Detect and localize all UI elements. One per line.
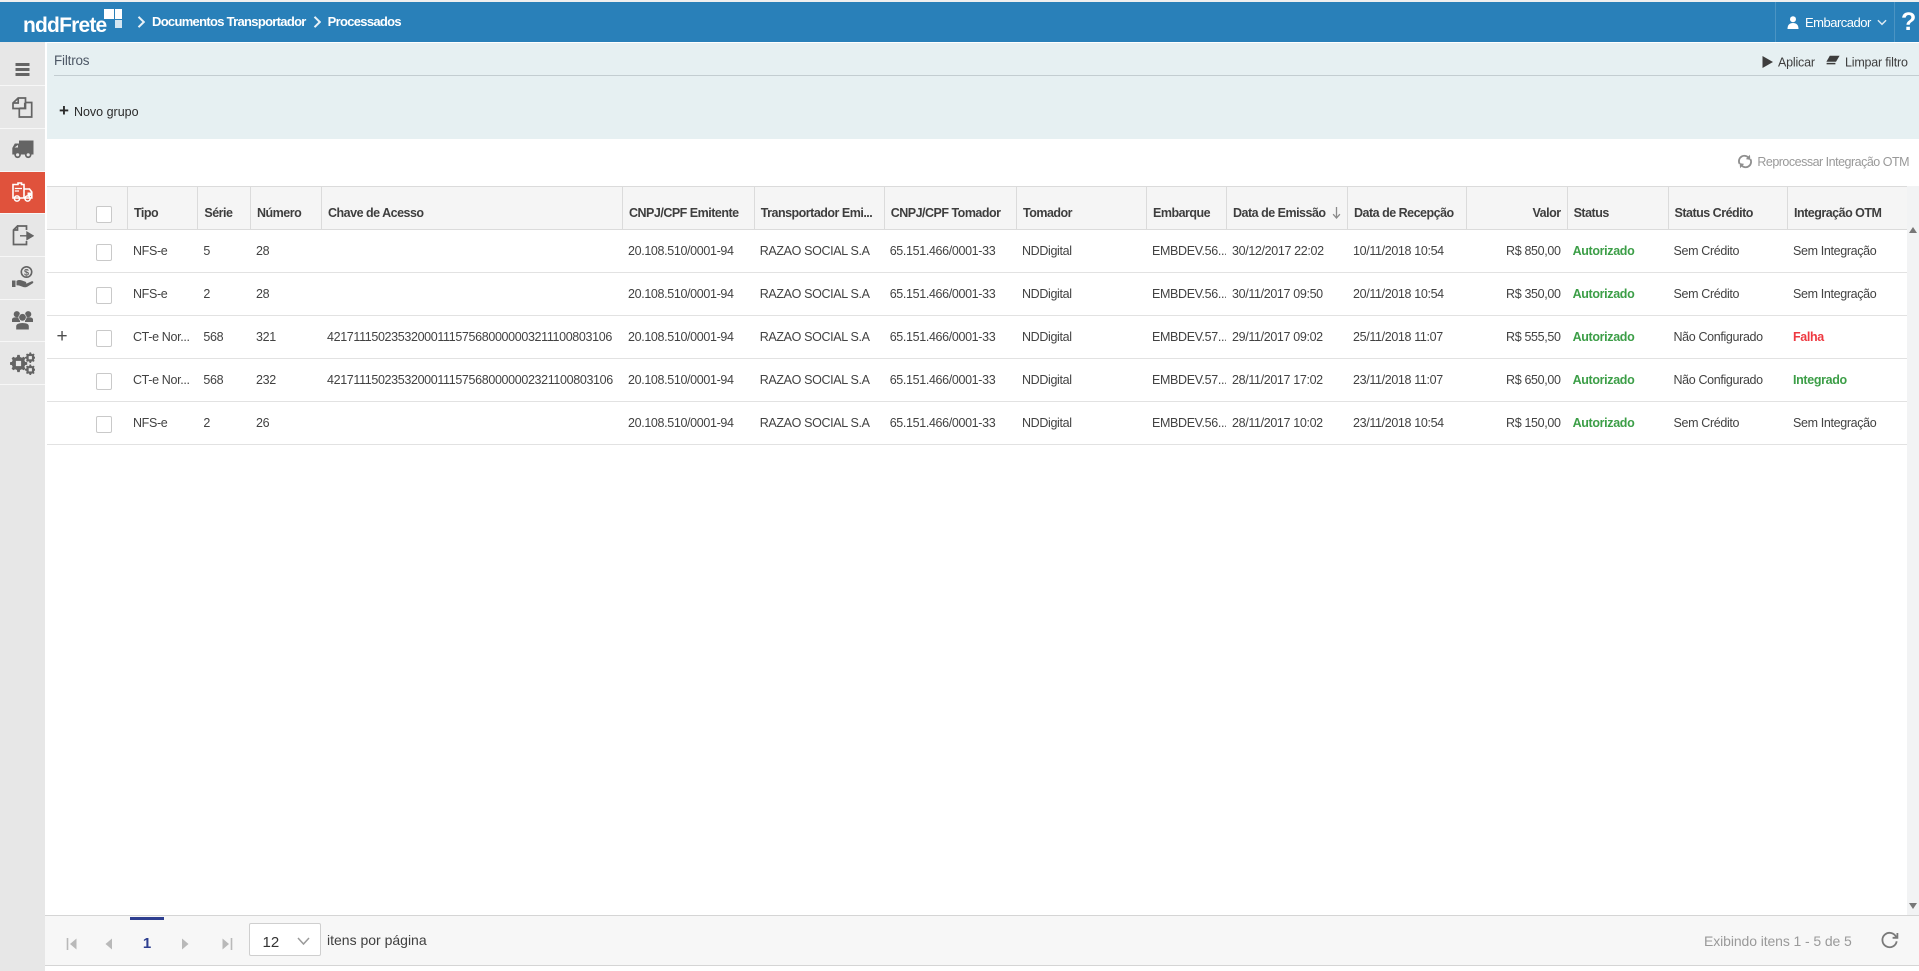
svg-text:$: $ [23,268,28,278]
